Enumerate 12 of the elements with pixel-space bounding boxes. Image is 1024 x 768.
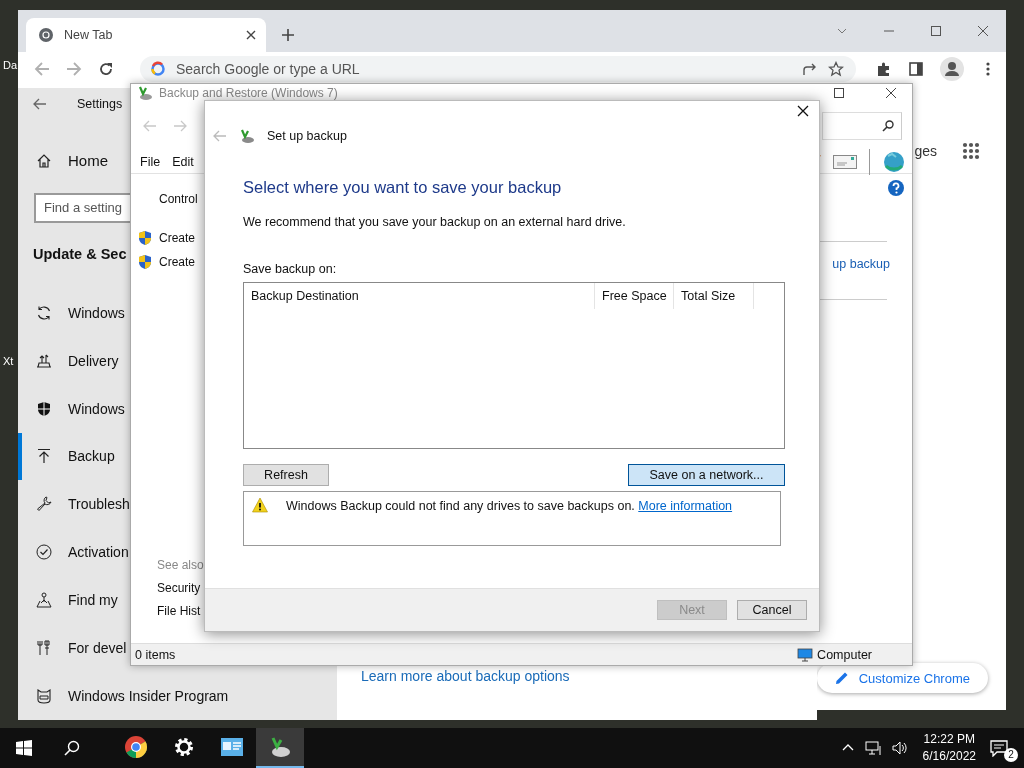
status-location: Computer <box>817 647 872 662</box>
dialog-title: Set up backup <box>267 129 347 143</box>
see-also-heading: See also <box>157 557 204 574</box>
window-title: Settings <box>77 96 123 111</box>
status-text: 0 items <box>135 647 176 662</box>
window-title: Backup and Restore (Windows 7) <box>159 85 338 100</box>
warning-message: Windows Backup could not find any drives to save backups on. More information <box>286 498 733 515</box>
notification-count: 2 <box>1004 748 1018 762</box>
list-label: Save backup on: <box>243 261 338 278</box>
dialog-heading: Select where you want to save your backup <box>243 177 563 198</box>
section-heading: Update & Sec <box>33 244 127 264</box>
intro-text: We recommend that you save your backup on an external hard drive. <box>243 214 627 231</box>
